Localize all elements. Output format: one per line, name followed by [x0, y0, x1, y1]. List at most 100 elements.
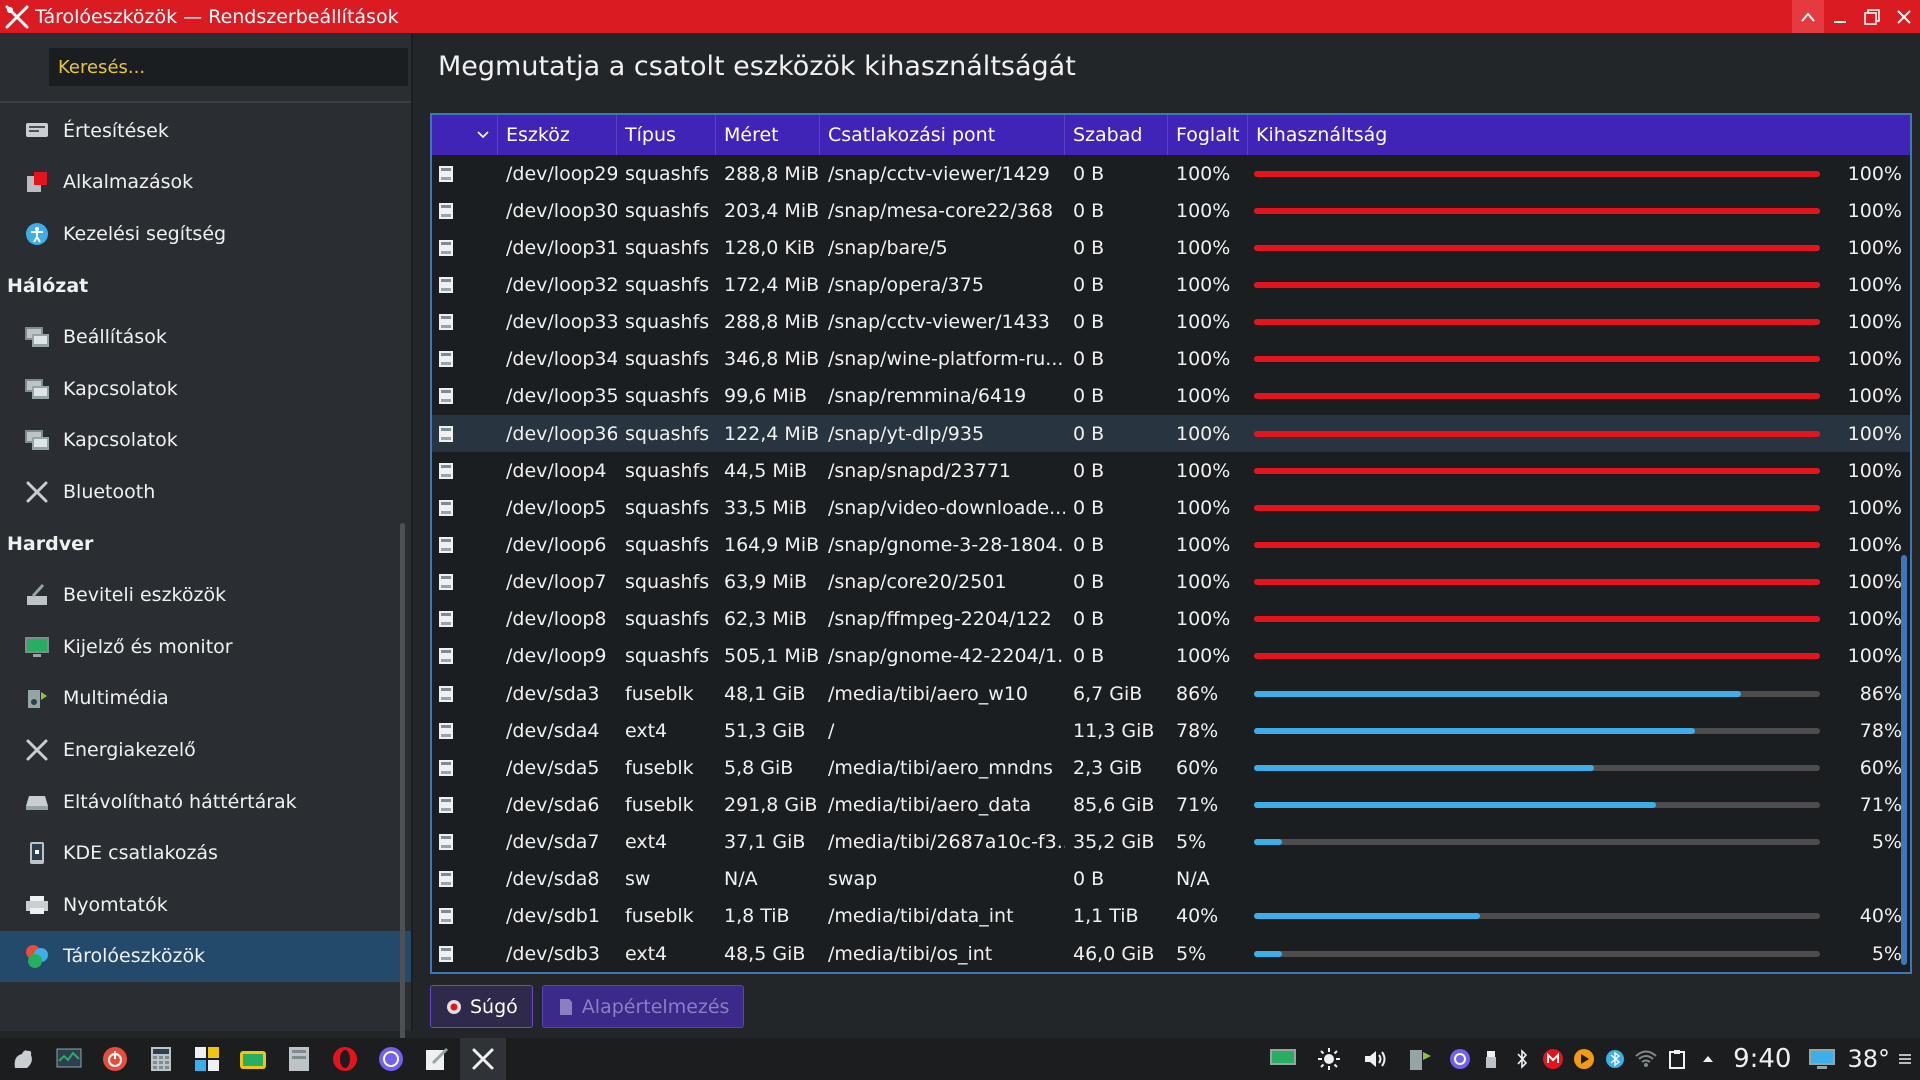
defaults-button[interactable]: Alapértelmezés: [541, 985, 745, 1028]
file-manager-icon[interactable]: [276, 1038, 322, 1080]
maximize-button[interactable]: [1856, 0, 1888, 33]
sidebar-item-storage[interactable]: Tárolóeszközök: [0, 930, 411, 983]
table-row[interactable]: /dev/sdb1 fuseblk 1,8 TiB/media/tibi/data_…: [432, 898, 1910, 935]
table-row[interactable]: /dev/loop8 squashfs 62,3 MiB/snap/ffmpeg-2…: [432, 601, 1910, 638]
sidebar-item-bluetooth[interactable]: Bluetooth: [0, 466, 411, 518]
minimize-button[interactable]: [1824, 0, 1856, 33]
column-header-used[interactable]: Foglalt: [1168, 115, 1248, 155]
table-row[interactable]: /dev/loop32 squashfs 172,4 MiB/snap/opera/…: [432, 266, 1910, 303]
bluetooth-tray-icon[interactable]: [1506, 1038, 1537, 1080]
kde-menu-icon[interactable]: [0, 1038, 46, 1080]
wifi-icon[interactable]: [1630, 1038, 1661, 1080]
table-row[interactable]: /dev/sda8 sw N/A swap 0 B N/A: [432, 861, 1910, 898]
cell-device: /dev/loop9: [506, 645, 607, 668]
table-row[interactable]: /dev/loop29 squashfs 288,8 MiB/snap/cctv-v…: [432, 155, 1910, 192]
sidebar-item-kde-connect[interactable]: KDE csatlakozás: [0, 827, 411, 879]
sidebar-item-power[interactable]: Energiakezelő: [0, 724, 411, 776]
hamburger-menu-icon[interactable]: [1890, 1038, 1920, 1080]
sort-column-header[interactable]: [432, 115, 498, 155]
drive-icon: [432, 601, 498, 638]
cell-type: ext4: [625, 719, 668, 742]
sidebar-item-input-devices[interactable]: Beviteli eszközök: [0, 569, 411, 621]
brightness-icon[interactable]: [1306, 1038, 1352, 1080]
column-header-device[interactable]: Eszköz: [498, 115, 617, 155]
column-header-size[interactable]: Méret: [716, 115, 820, 155]
widgets-icon[interactable]: [184, 1038, 230, 1080]
table-row[interactable]: /dev/loop33 squashfs 288,8 MiB/snap/cctv-v…: [432, 304, 1910, 341]
column-header-mount[interactable]: Csatlakozási pont: [820, 115, 1065, 155]
usage-percent: 100%: [1847, 571, 1902, 594]
table-row[interactable]: /dev/loop7 squashfs 63,9 MiB/snap/core20/2…: [432, 564, 1910, 601]
cell-size: 5,8 GiB: [724, 756, 794, 779]
keep-above-button[interactable]: [1792, 0, 1824, 33]
opera-icon[interactable]: [322, 1038, 368, 1080]
usage-bar-fill: [1254, 467, 1820, 474]
table-row[interactable]: /dev/sda3 fuseblk 48,1 GiB/media/tibi/aero…: [432, 675, 1910, 712]
media-player-icon[interactable]: [1568, 1038, 1599, 1080]
table-row[interactable]: /dev/loop36 squashfs 122,4 MiB/snap/yt-dlp…: [432, 414, 1910, 453]
table-scrollbar-thumb[interactable]: [1901, 555, 1907, 965]
sidebar-item-connections-2[interactable]: Kapcsolatok: [0, 415, 411, 467]
table-row[interactable]: /dev/loop31 squashfs 128,0 KiB/snap/bare/5…: [432, 229, 1910, 266]
input-devices-icon: [24, 582, 50, 608]
cell-usage: 100%: [1248, 489, 1910, 526]
table-header: Eszköz Típus Méret Csatlakozási pont Sza…: [432, 115, 1910, 155]
sidebar-item-notifications[interactable]: Értesítések: [0, 105, 411, 157]
table-row[interactable]: /dev/sdb3 ext4 48,5 GiB/media/tibi/os_int 4…: [432, 935, 1910, 972]
table-row[interactable]: /dev/loop34 squashfs 346,8 MiB/snap/wine-p…: [432, 341, 1910, 378]
usb-icon[interactable]: [1475, 1038, 1506, 1080]
column-header-usage[interactable]: Kihasználtság: [1248, 115, 1910, 155]
sidebar-item-applications[interactable]: Alkalmazások: [0, 157, 411, 209]
viber-icon[interactable]: [368, 1038, 414, 1080]
sidebar-item-network-settings[interactable]: Beállítások: [0, 311, 411, 363]
system-settings-icon[interactable]: [460, 1038, 506, 1080]
taskbar: 9:40 38°: [0, 1038, 1920, 1080]
cell-size: 48,1 GiB: [724, 682, 806, 705]
clipboard-icon[interactable]: [1661, 1038, 1692, 1080]
table-row[interactable]: /dev/sda7 ext4 37,1 GiB/media/tibi/2687a10…: [432, 824, 1910, 861]
mail-icon[interactable]: [1537, 1038, 1568, 1080]
usage-bar-fill: [1254, 430, 1820, 437]
tv-icon[interactable]: [230, 1038, 276, 1080]
cell-free: 0 B: [1073, 422, 1105, 445]
weather-icon[interactable]: [1805, 1038, 1841, 1080]
table-row[interactable]: /dev/sda4 ext4 51,3 GiB / 11,3 GiB 78% 78%: [432, 712, 1910, 749]
table-row[interactable]: /dev/sda5 fuseblk 5,8 GiB/media/tibi/aero_…: [432, 749, 1910, 786]
table-row[interactable]: /dev/loop4 squashfs 44,5 MiB/snap/snapd/23…: [432, 452, 1910, 489]
sidebar-item-connections[interactable]: Kapcsolatok: [0, 363, 411, 415]
sidebar-item-removable-storage[interactable]: Eltávolítható háttértárak: [0, 776, 411, 828]
calculator-icon[interactable]: [138, 1038, 184, 1080]
sidebar-item-printers[interactable]: Nyomtatók: [0, 879, 411, 931]
sidebar-item-display[interactable]: Kijelző és monitor: [0, 621, 411, 673]
system-monitor-icon[interactable]: [46, 1038, 92, 1080]
clock[interactable]: 9:40: [1733, 1044, 1791, 1074]
column-header-free[interactable]: Szabad: [1065, 115, 1168, 155]
sidebar-scrollbar[interactable]: [400, 523, 405, 1063]
table-row[interactable]: /dev/loop6 squashfs 164,9 MiB/snap/gnome-3…: [432, 526, 1910, 563]
sidebar-item-multimedia[interactable]: Multimédia: [0, 673, 411, 725]
sidebar-item-accessibility[interactable]: Kezelési segítség: [0, 208, 411, 260]
volume-icon[interactable]: [1352, 1038, 1398, 1080]
display-config-icon[interactable]: [1260, 1038, 1306, 1080]
cell-mount: /snap/gnome-3-28-1804...: [828, 533, 1065, 556]
table-row[interactable]: /dev/loop30 squashfs 203,4 MiB/snap/mesa-c…: [432, 192, 1910, 229]
table-row[interactable]: /dev/loop9 squashfs 505,1 MiB/snap/gnome-4…: [432, 638, 1910, 675]
viber-tray-icon[interactable]: [1444, 1038, 1475, 1080]
table-row[interactable]: /dev/sda6 fuseblk 291,8 GiB/media/tibi/aer…: [432, 786, 1910, 823]
expand-tray-icon[interactable]: [1692, 1038, 1723, 1080]
drive-icon: [432, 675, 498, 712]
cell-usage: [1248, 861, 1910, 898]
cell-device: /dev/sda5: [506, 756, 600, 779]
shutdown-icon[interactable]: [92, 1038, 138, 1080]
table-row[interactable]: /dev/loop35 squashfs 99,6 MiB/snap/remmina…: [432, 378, 1910, 415]
column-header-type[interactable]: Típus: [617, 115, 716, 155]
close-button[interactable]: [1888, 0, 1920, 33]
help-button[interactable]: Súgó: [430, 985, 533, 1028]
bluetooth-icon-2[interactable]: [1599, 1038, 1630, 1080]
table-scrollbar[interactable]: [1901, 155, 1907, 970]
table-row[interactable]: /dev/loop5 squashfs 33,5 MiB/snap/video-do…: [432, 489, 1910, 526]
usage-bar-fill: [1254, 653, 1820, 660]
text-editor-icon[interactable]: [414, 1038, 460, 1080]
search-input[interactable]: [49, 48, 408, 86]
network-device-icon[interactable]: [1398, 1038, 1444, 1080]
